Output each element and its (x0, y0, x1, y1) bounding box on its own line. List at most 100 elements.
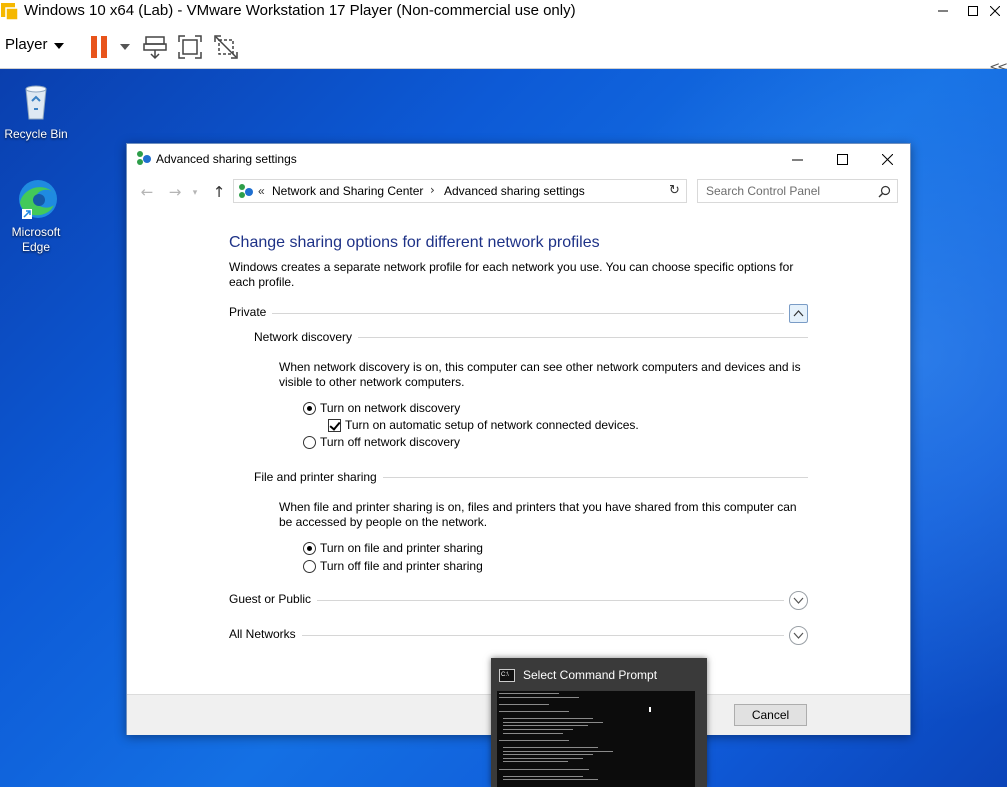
minimize-icon (938, 10, 948, 12)
section-guest-public-label[interactable]: Guest or Public (229, 592, 318, 606)
desktop-icon-microsoft-edge[interactable]: Microsoft Edge (0, 175, 72, 255)
recent-locations-chevron-icon[interactable]: ▾ (185, 183, 205, 203)
expand-guest-public-button[interactable] (789, 591, 808, 610)
chevron-up-icon (793, 310, 804, 317)
console-text-line (499, 711, 569, 712)
window-maximize-button[interactable] (823, 148, 861, 170)
vmware-title-bar: Windows 10 x64 (Lab) - VMware Workstatio… (0, 0, 1007, 24)
desktop-icon-label: Microsoft Edge (11, 225, 61, 254)
checkbox-checked[interactable] (328, 418, 341, 432)
radio-button[interactable] (303, 435, 316, 449)
radio-button[interactable] (303, 559, 316, 573)
player-dropdown-icon[interactable] (54, 43, 64, 49)
radio-turn-off-network-discovery[interactable]: Turn off network discovery (303, 435, 460, 449)
maximize-icon (968, 6, 978, 16)
console-text-line (503, 732, 563, 734)
pause-bar-right (101, 36, 107, 58)
console-text-line (499, 696, 579, 698)
refresh-button[interactable]: ↻ (663, 179, 687, 203)
pause-button[interactable] (91, 36, 111, 58)
search-box[interactable] (697, 179, 898, 203)
send-ctrl-alt-del-icon[interactable] (142, 34, 168, 60)
page-title: Change sharing options for different net… (229, 234, 600, 251)
network-discovery-description: When network discovery is on, this compu… (279, 360, 801, 389)
file-printer-sharing-label: File and printer sharing (254, 470, 383, 484)
window-title-bar: Advanced sharing settings (127, 144, 910, 174)
power-dropdown-icon[interactable] (120, 44, 130, 50)
search-icon[interactable] (878, 185, 891, 198)
up-arrow-icon[interactable]: ↑ (209, 182, 229, 202)
radio-turn-on-network-discovery[interactable]: Turn on network discovery (303, 401, 460, 415)
radio-turn-off-file-printer-sharing[interactable]: Turn off file and printer sharing (303, 559, 483, 573)
address-overflow[interactable]: « (258, 184, 265, 198)
console-text-line (503, 757, 583, 759)
refresh-icon: ↻ (669, 183, 680, 198)
radio-label: Turn off network discovery (320, 435, 461, 449)
console-text-line (503, 725, 588, 727)
console-text-line (503, 761, 568, 763)
recycle-bin-icon (25, 85, 47, 120)
breadcrumb-network-sharing-center[interactable]: Network and Sharing Center (272, 184, 423, 198)
console-text-line (499, 703, 549, 705)
advanced-sharing-settings-window: Advanced sharing settings ← → ▾ ↑ « Netw… (126, 143, 911, 735)
checkbox-label: Turn on automatic setup of network conne… (345, 418, 639, 432)
window-close-button[interactable] (868, 148, 906, 170)
maximize-icon (836, 153, 848, 165)
vmware-toolbar: Player << (0, 24, 1007, 75)
console-text-line (499, 739, 569, 741)
close-button[interactable] (978, 0, 1007, 22)
network-icon (137, 151, 151, 165)
console-text-line (503, 750, 613, 752)
command-prompt-icon: C:\ (499, 668, 515, 682)
console-text-line (503, 729, 573, 730)
divider (229, 313, 784, 314)
chevron-down-icon (793, 632, 804, 639)
console-text-line (499, 693, 559, 694)
expand-all-networks-button[interactable] (789, 626, 808, 645)
collapse-private-button[interactable] (789, 304, 808, 323)
intro-text: Windows creates a separate network profi… (229, 260, 794, 289)
close-icon (881, 153, 893, 165)
checkbox-automatic-setup[interactable]: Turn on automatic setup of network conne… (328, 418, 639, 432)
network-icon (239, 184, 253, 198)
window-minimize-button[interactable] (778, 148, 816, 170)
console-text-line (503, 779, 598, 781)
search-input[interactable] (698, 180, 873, 202)
forward-arrow-icon[interactable]: → (165, 182, 185, 202)
radio-label: Turn off file and printer sharing (320, 559, 483, 573)
vmware-logo-icon (1, 3, 19, 21)
desktop-icon-label: Recycle Bin (4, 127, 68, 141)
minimize-button[interactable] (926, 0, 960, 22)
command-prompt-thumbnail-preview[interactable]: C:\ Select Command Prompt (491, 658, 707, 787)
radio-label: Turn on network discovery (320, 401, 461, 415)
file-printer-sharing-description: When file and printer sharing is on, fil… (279, 500, 797, 529)
console-cursor (649, 707, 651, 712)
close-icon (990, 6, 1000, 16)
console-text-line (503, 718, 593, 720)
player-menu[interactable]: Player (5, 36, 48, 53)
section-all-networks-label[interactable]: All Networks (229, 627, 302, 641)
pause-bar-left (91, 36, 97, 58)
preview-thumbnail (497, 691, 695, 787)
section-private-label[interactable]: Private (229, 305, 273, 319)
unity-icon[interactable] (213, 34, 239, 60)
breadcrumb-advanced-sharing-settings[interactable]: Advanced sharing settings (444, 184, 585, 198)
back-arrow-icon[interactable]: ← (137, 182, 157, 202)
fullscreen-icon[interactable] (177, 34, 203, 60)
console-text-line (503, 721, 603, 723)
divider (229, 635, 784, 636)
console-text-line (503, 754, 593, 756)
console-text-line (499, 768, 589, 770)
radio-button-selected[interactable] (303, 401, 316, 415)
microsoft-edge-icon (19, 180, 57, 219)
radio-turn-on-file-printer-sharing[interactable]: Turn on file and printer sharing (303, 541, 483, 555)
minimize-icon (791, 159, 803, 160)
address-bar[interactable]: « Network and Sharing Center › Advanced … (233, 179, 761, 203)
breadcrumb-separator-icon: › (430, 183, 435, 197)
console-text-line (503, 747, 598, 748)
radio-button-selected[interactable] (303, 541, 316, 555)
cancel-button[interactable]: Cancel (734, 704, 807, 726)
navigation-bar: ← → ▾ ↑ « Network and Sharing Center › A… (127, 178, 910, 206)
desktop-icon-recycle-bin[interactable]: Recycle Bin (0, 77, 72, 142)
chevron-down-icon (793, 597, 804, 604)
